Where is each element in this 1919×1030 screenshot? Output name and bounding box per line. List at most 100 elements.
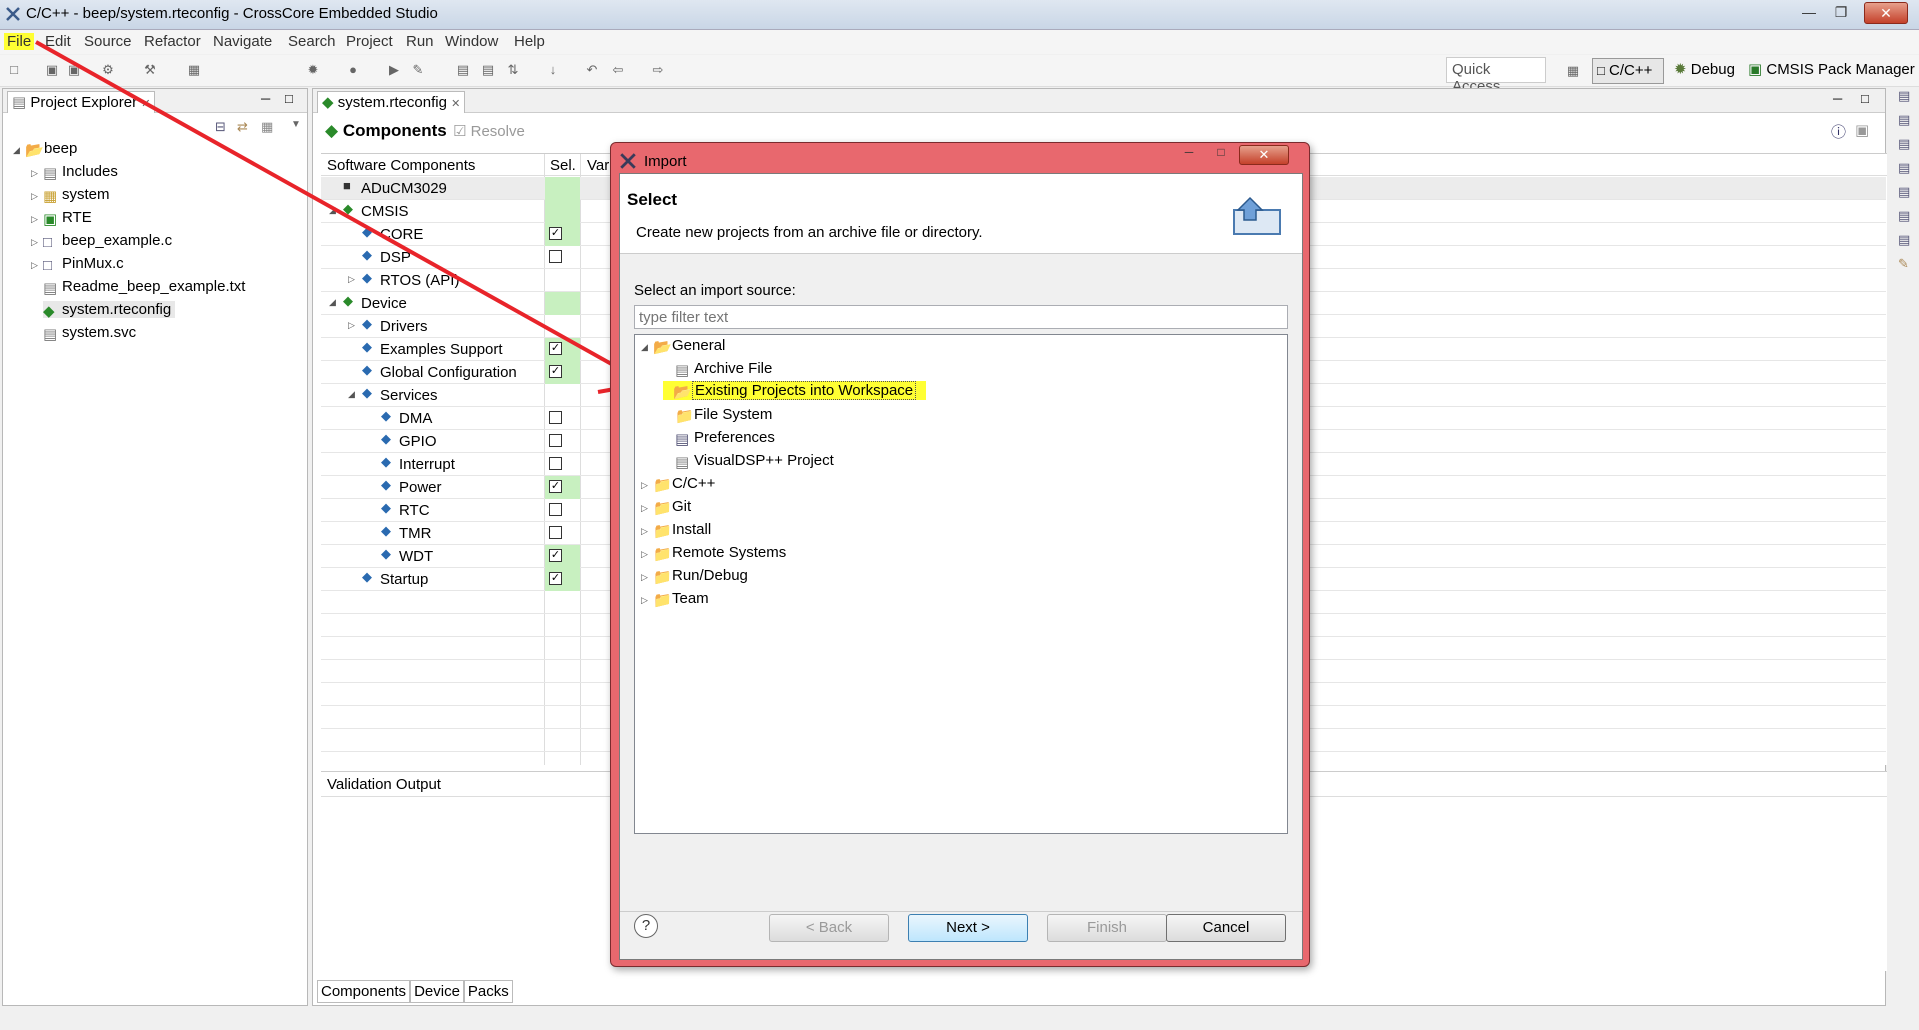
annotation-icon[interactable]: ⇅ (505, 62, 521, 78)
tree-item-beep[interactable]: ◢ 📂beep (13, 140, 77, 159)
build-settings-icon[interactable]: ⚙ (100, 62, 116, 78)
tree-item-readme[interactable]: ▤ Readme_beep_example.txt (43, 278, 245, 297)
maximize-editor-icon[interactable]: □ (1861, 91, 1869, 106)
select-checkbox[interactable]: ✓ (549, 227, 562, 240)
minimize-button[interactable]: — (1795, 2, 1823, 24)
build-console-icon[interactable]: ✎ (1898, 256, 1909, 272)
tree-item-general[interactable]: ◢ 📂General (641, 337, 725, 356)
filter-input[interactable] (634, 305, 1288, 329)
menu-navigate[interactable]: Navigate (213, 33, 272, 50)
menu-file[interactable]: File (4, 33, 35, 50)
tree-item-team[interactable]: ▷ 📁Team (641, 590, 709, 609)
console-icon[interactable]: ▤ (1898, 208, 1910, 224)
menu-window[interactable]: Window (445, 33, 498, 50)
select-checkbox[interactable] (549, 457, 562, 470)
build-icon[interactable]: ⚒ (142, 62, 158, 78)
mark-icon[interactable]: ▤ (480, 62, 496, 78)
close-icon[interactable]: ✕ (451, 98, 460, 110)
menu-source[interactable]: Source (84, 33, 132, 50)
col-software-components[interactable]: Software Components (327, 157, 475, 174)
tree-item-existing-projects[interactable]: 📂 Existing Projects into Workspace (663, 381, 927, 401)
tree-item-beep-example-c[interactable]: ▷ □ beep_example.c (31, 232, 172, 251)
menu-project[interactable]: Project (346, 33, 393, 50)
close-icon[interactable]: ✕ (141, 98, 150, 110)
expanded-icon[interactable]: ◢ (329, 205, 336, 216)
menu-search[interactable]: Search (288, 33, 336, 50)
restore-button[interactable]: ❐ (1827, 2, 1855, 24)
menu-help[interactable]: Help (514, 33, 545, 50)
open-type-icon[interactable]: ✎ (410, 62, 426, 78)
tasks-icon[interactable]: ▤ (1898, 184, 1910, 200)
menu-refactor[interactable]: Refactor (144, 33, 201, 50)
tree-item-system-svc[interactable]: ▤ system.svc (43, 324, 136, 343)
perspective-cmsis[interactable]: ▣ CMSIS Pack Manager (1748, 60, 1915, 78)
last-edit-icon[interactable]: ↶ (584, 62, 600, 78)
col-var[interactable]: Var (587, 157, 609, 174)
select-checkbox[interactable]: ✓ (549, 365, 562, 378)
select-checkbox[interactable] (549, 250, 562, 263)
resolve-button[interactable]: ☑ Resolve (453, 122, 525, 140)
tree-item-pinmux-c[interactable]: ▷ □ PinMux.c (31, 255, 124, 274)
next-button[interactable]: Next > (908, 914, 1028, 942)
minimize-editor-icon[interactable]: ─ (1833, 91, 1842, 106)
expanded-icon[interactable]: ◢ (329, 297, 336, 308)
tree-item-system[interactable]: ▷ ▦ system (31, 186, 110, 205)
problems-icon[interactable]: ▤ (1898, 160, 1910, 176)
save-all-icon[interactable]: ▣ (66, 62, 82, 78)
dialog-maximize-button[interactable]: □ (1206, 145, 1236, 165)
finish-button[interactable]: Finish (1047, 914, 1167, 942)
minimize-view-icon[interactable]: ─ (261, 91, 270, 106)
dialog-minimize-button[interactable]: ─ (1174, 145, 1204, 165)
tab-project-explorer[interactable]: ▤ Project Explorer ✕ (7, 91, 156, 113)
dialog-close-button[interactable]: ✕ (1239, 145, 1289, 165)
perspective-debug[interactable]: ✹ Debug (1674, 60, 1735, 78)
external-tools-icon[interactable]: ▶ (386, 62, 402, 78)
open-perspective-icon[interactable]: ▦ (1565, 63, 1581, 79)
select-checkbox[interactable]: ✓ (549, 572, 562, 585)
menu-edit[interactable]: Edit (45, 33, 71, 50)
select-checkbox[interactable] (549, 434, 562, 447)
collapsed-icon[interactable]: ▷ (348, 274, 355, 285)
tree-item-cpp[interactable]: ▷ 📁C/C++ (641, 475, 715, 494)
select-checkbox[interactable]: ✓ (549, 342, 562, 355)
expanded-icon[interactable]: ◢ (348, 389, 355, 400)
search-view-icon[interactable]: ▤ (1898, 232, 1910, 248)
tab-components[interactable]: Components (317, 980, 411, 1003)
tree-item-system-rteconfig[interactable]: ◆ system.rteconfig (43, 301, 176, 320)
save-editor-icon[interactable]: ▣ (1855, 121, 1869, 139)
select-checkbox[interactable] (549, 526, 562, 539)
tree-item-rte[interactable]: ▷ ▣ RTE (31, 209, 92, 228)
tab-packs[interactable]: Packs (463, 980, 513, 1003)
cancel-button[interactable]: Cancel (1166, 914, 1286, 942)
save-icon[interactable]: ▣ (44, 62, 60, 78)
tab-device[interactable]: Device (410, 980, 464, 1003)
forward-icon[interactable]: ⇨ (650, 62, 666, 78)
filter-icon[interactable]: ▦ (261, 119, 273, 135)
tree-item-remote-systems[interactable]: ▷ 📁Remote Systems (641, 544, 786, 563)
close-button[interactable]: ✕ (1864, 2, 1908, 24)
view-menu-icon[interactable]: ▼ (291, 119, 301, 130)
back-button[interactable]: < Back (769, 914, 889, 942)
link-editor-icon[interactable]: ⇄ (237, 119, 248, 135)
collapse-all-icon[interactable]: ⊟ (215, 119, 226, 135)
help-icon[interactable]: ? (634, 914, 658, 938)
quick-access-field[interactable]: Quick Access (1446, 57, 1546, 95)
tree-item-run-debug[interactable]: ▷ 📁Run/Debug (641, 567, 748, 586)
tree-item-preferences[interactable]: ▤ Preferences (675, 429, 775, 448)
tree-item-includes[interactable]: ▷ ▤ Includes (31, 163, 118, 182)
next-annotation-icon[interactable]: ↓ (545, 62, 561, 78)
restore-view-icon[interactable]: ▤ (1898, 88, 1910, 104)
run-icon[interactable]: ● (345, 62, 361, 78)
select-checkbox[interactable] (549, 503, 562, 516)
tree-item-visualdsp[interactable]: ▤ VisualDSP++ Project (675, 452, 834, 471)
outline-icon[interactable]: ▤ (1898, 112, 1910, 128)
perspective-cpp[interactable]: □ C/C++ (1592, 58, 1664, 84)
collapsed-icon[interactable]: ▷ (348, 320, 355, 331)
debug-icon[interactable]: ✹ (305, 62, 321, 78)
col-sel[interactable]: Sel. (550, 157, 576, 174)
select-checkbox[interactable]: ✓ (549, 480, 562, 493)
select-checkbox[interactable]: ✓ (549, 549, 562, 562)
build-target-icon[interactable]: ▦ (186, 62, 202, 78)
tab-system-rteconfig[interactable]: ◆ system.rteconfig ✕ (317, 91, 466, 113)
tree-item-file-system[interactable]: 📁File System (675, 406, 772, 425)
